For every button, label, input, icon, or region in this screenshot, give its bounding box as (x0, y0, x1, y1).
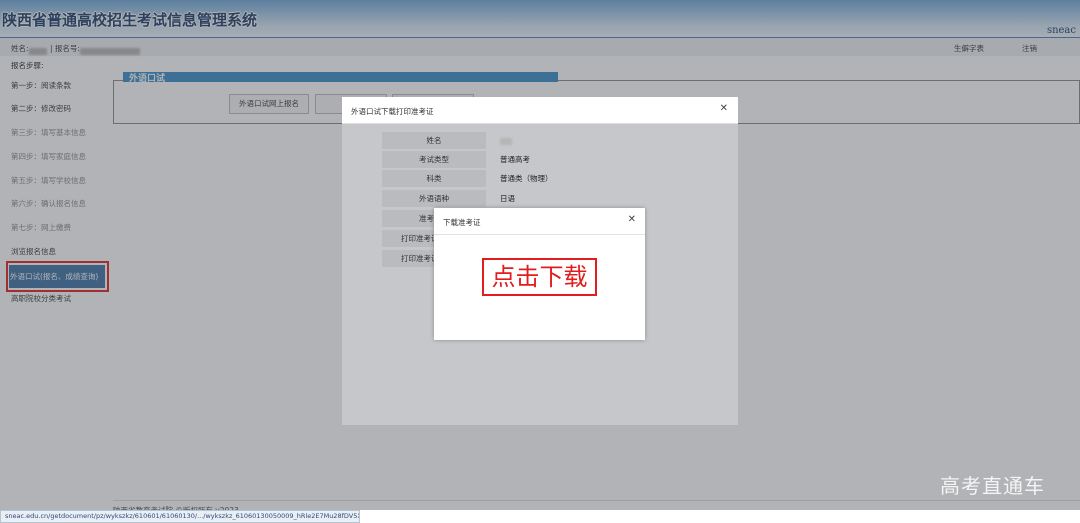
watermark: 高考直通车 (940, 474, 1045, 498)
dialog-title: 外语口试下载打印准考证 (351, 107, 434, 116)
download-ticket-dialog: 下载准考证 ✕ 点击下载 (434, 208, 645, 340)
dialog-header: 外语口试下载打印准考证 ✕ (342, 97, 738, 124)
close-icon[interactable]: ✕ (720, 103, 728, 114)
dialog-title: 下载准考证 (443, 218, 481, 227)
name-redacted (500, 137, 512, 145)
close-icon[interactable]: ✕ (628, 214, 636, 225)
row-value: 日语 (500, 194, 515, 203)
info-row: 科类 普通类（物理） (382, 170, 632, 188)
status-bar-url: sneac.edu.cn/getdocument/pz/wykszkz/6106… (0, 510, 360, 523)
row-label: 科类 (382, 170, 486, 187)
row-value: 普通类（物理） (500, 174, 553, 183)
info-row: 考试类型 普通高考 (382, 151, 632, 169)
row-label: 外语语种 (382, 190, 486, 207)
row-label: 姓名 (382, 132, 486, 149)
row-value (500, 132, 512, 149)
info-row: 姓名 (382, 132, 632, 150)
row-label: 考试类型 (382, 151, 486, 168)
dialog-header: 下载准考证 ✕ (434, 208, 645, 235)
row-value: 普通高考 (500, 155, 530, 164)
click-download-button[interactable]: 点击下载 (482, 258, 597, 296)
info-row: 外语语种 日语 (382, 190, 632, 208)
